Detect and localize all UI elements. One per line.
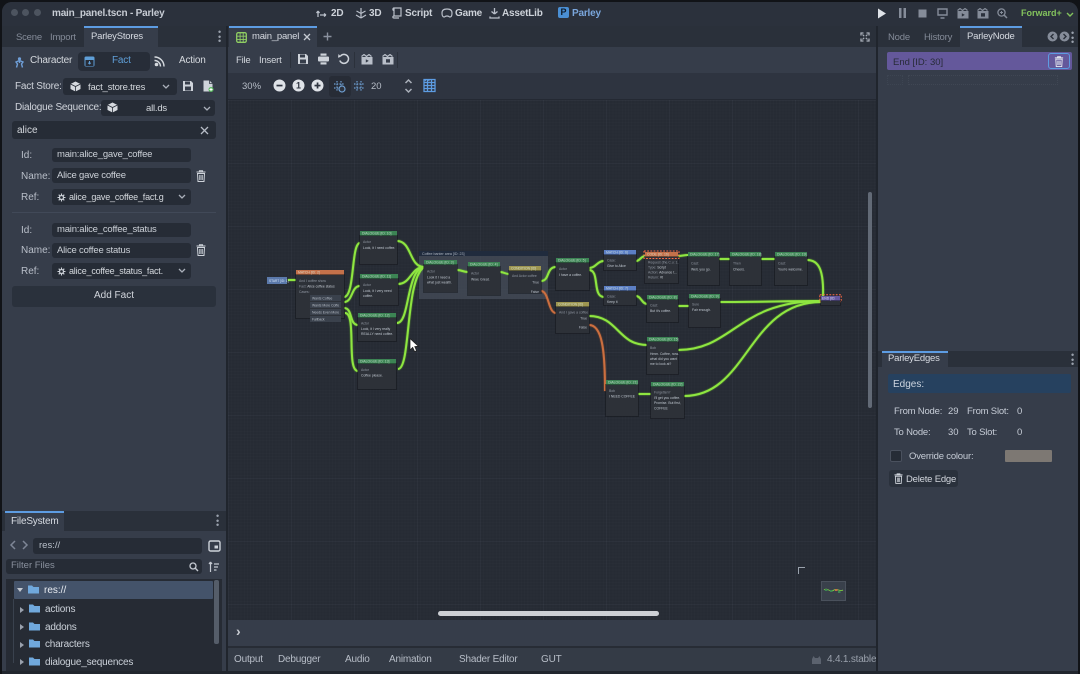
svg-text:DIALOGUE [ID: 8]: DIALOGUE [ID: 8] xyxy=(649,296,677,300)
svg-text:And Actor coffee: And Actor coffee xyxy=(512,274,537,278)
svg-text:Keep it: Keep it xyxy=(607,300,618,304)
svg-text:And I coffee show: And I coffee show xyxy=(299,279,326,283)
svg-text:CODE [ID: 16]: CODE [ID: 16] xyxy=(647,253,669,257)
svg-text:DIALOGUE [ID: 15]: DIALOGUE [ID: 15] xyxy=(649,338,678,342)
svg-text:Cast:: Cast: xyxy=(650,304,658,308)
svg-text:DIALOGUE [ID: 12]: DIALOGUE [ID: 12] xyxy=(360,314,389,318)
svg-text:Coffee please.: Coffee please. xyxy=(361,374,383,378)
svg-text:Well, you go.: Well, you go. xyxy=(691,267,711,271)
svg-text:Bob: Bob xyxy=(650,346,656,350)
svg-text:But it's coffee.: But it's coffee. xyxy=(650,309,671,313)
svg-text:MATCH [ID: 7]: MATCH [ID: 7] xyxy=(606,287,628,291)
svg-text:Actor: Actor xyxy=(471,272,480,276)
svg-text:Promise. But first,: Promise. But first, xyxy=(654,401,681,405)
svg-text:Cases:: Cases: xyxy=(299,290,310,294)
svg-text:DIALOGUE [ID: 17]: DIALOGUE [ID: 17] xyxy=(690,253,719,257)
svg-text:True: True xyxy=(532,281,539,285)
svg-text:coffee.: coffee. xyxy=(363,294,373,298)
svg-text:You're welcome.: You're welcome. xyxy=(778,267,803,271)
svg-text:Sure: Sure xyxy=(692,303,699,307)
svg-text:Fair enough.: Fair enough. xyxy=(692,308,711,312)
svg-text:False: False xyxy=(579,326,587,330)
svg-text:Wants More Coffe: Wants More Coffe xyxy=(312,304,339,308)
svg-text:Actor: Actor xyxy=(361,368,370,372)
svg-text:Forgetten?: Forgetten? xyxy=(654,391,671,395)
svg-text:DIALOGUE [ID: 10]: DIALOGUE [ID: 10] xyxy=(362,232,391,236)
svg-text:True: True xyxy=(580,317,587,321)
svg-text:DIALOGUE [ID: 18]: DIALOGUE [ID: 18] xyxy=(732,253,761,257)
svg-text:MATCH [ID: 2]: MATCH [ID: 2] xyxy=(298,271,320,275)
svg-text:what did you want: what did you want xyxy=(650,357,677,361)
svg-text:Actor: Actor xyxy=(427,270,436,274)
svg-text:DIALOGUE [ID: 19]: DIALOGUE [ID: 19] xyxy=(777,253,806,257)
svg-text:Then: Then xyxy=(733,262,741,266)
svg-text:Return: #t: Return: #t xyxy=(648,276,663,280)
svg-text:Fact: Alice coffee status: Fact: Alice coffee status xyxy=(299,285,335,289)
svg-text:Case:: Case: xyxy=(607,259,616,263)
svg-text:Fallback: Fallback xyxy=(312,318,325,322)
svg-text:Needs Even More: Needs Even More xyxy=(312,311,339,315)
svg-text:I NEED COFFEE: I NEED COFFEE xyxy=(609,395,636,399)
svg-text:CONDITION [ID]: CONDITION [ID] xyxy=(558,303,583,307)
svg-text:me to look at?: me to look at? xyxy=(650,362,671,366)
svg-text:I have a coffee.: I have a coffee. xyxy=(559,273,582,277)
svg-text:Cast:: Cast: xyxy=(691,262,699,266)
svg-text:Bob: Bob xyxy=(609,389,615,393)
svg-text:DIALOGUE [ID: 3]: DIALOGUE [ID: 3] xyxy=(426,261,454,265)
svg-text:Request (the.C.u: 1..: Request (the.C.u: 1.. xyxy=(648,261,679,265)
svg-text:DIALOGUE [ID: 9]: DIALOGUE [ID: 9] xyxy=(691,295,719,299)
svg-text:Cheers.: Cheers. xyxy=(733,267,745,271)
svg-text:REALLY need coffee.: REALLY need coffee. xyxy=(361,332,393,336)
svg-text:Actor: Actor xyxy=(559,267,568,271)
svg-text:I'll get you coffee.: I'll get you coffee. xyxy=(654,396,680,400)
svg-text:END [ID:: END [ID: xyxy=(822,297,835,301)
svg-text:Case:: Case: xyxy=(607,295,616,299)
svg-text:Actor: Actor xyxy=(361,322,370,326)
svg-text:DIALOGUE [ID: 4]: DIALOGUE [ID: 4] xyxy=(470,263,498,267)
svg-text:Wow, Great.: Wow, Great. xyxy=(471,277,490,281)
svg-text:Coffee banter area [ID: 23]: Coffee banter area [ID: 23] xyxy=(422,252,465,256)
svg-text:Look it I need a: Look it I need a xyxy=(427,275,450,279)
svg-text:DIALOGUE [ID: 11]: DIALOGUE [ID: 11] xyxy=(362,275,391,279)
svg-text:Look, it I need coffee.: Look, it I need coffee. xyxy=(363,246,395,250)
svg-text:1: 1 xyxy=(296,81,301,91)
svg-text:Actor: Actor xyxy=(363,283,372,287)
svg-text:Look, it I very need: Look, it I very need xyxy=(363,289,392,293)
svg-text:Action: Advance t...: Action: Advance t... xyxy=(648,271,677,275)
svg-text:Type: Script: Type: Script xyxy=(648,266,666,270)
svg-text:Look, it I very really: Look, it I very really xyxy=(361,327,391,331)
svg-text:Give to Alice: Give to Alice xyxy=(607,264,626,268)
svg-text:DIALOGUE [ID: 21]: DIALOGUE [ID: 21] xyxy=(608,381,637,385)
svg-text:False: False xyxy=(531,290,539,294)
svg-text:what just wealth.: what just wealth. xyxy=(427,281,452,285)
svg-text:Actor: Actor xyxy=(363,240,372,244)
svg-text:DIALOGUE [ID: 5]: DIALOGUE [ID: 5] xyxy=(558,259,586,263)
svg-text:START [ID: 1]: START [ID: 1] xyxy=(269,279,289,283)
svg-text:CONDITION [ID]: CONDITION [ID] xyxy=(511,267,536,271)
svg-text:MATCH [ID: 6]: MATCH [ID: 6] xyxy=(606,251,628,255)
svg-text:DIALOGUE [ID: 22]: DIALOGUE [ID: 22] xyxy=(653,383,682,387)
svg-text:Hmm. Coffee, now.: Hmm. Coffee, now. xyxy=(650,352,679,356)
svg-text:Wants Coffee: Wants Coffee xyxy=(312,297,332,301)
svg-text:And I gave a coffee: And I gave a coffee xyxy=(559,311,588,315)
svg-text:DIALOGUE [ID: 13]: DIALOGUE [ID: 13] xyxy=(360,360,389,364)
svg-text:COFFEE: COFFEE xyxy=(654,406,668,410)
svg-text:Cast:: Cast: xyxy=(778,262,786,266)
